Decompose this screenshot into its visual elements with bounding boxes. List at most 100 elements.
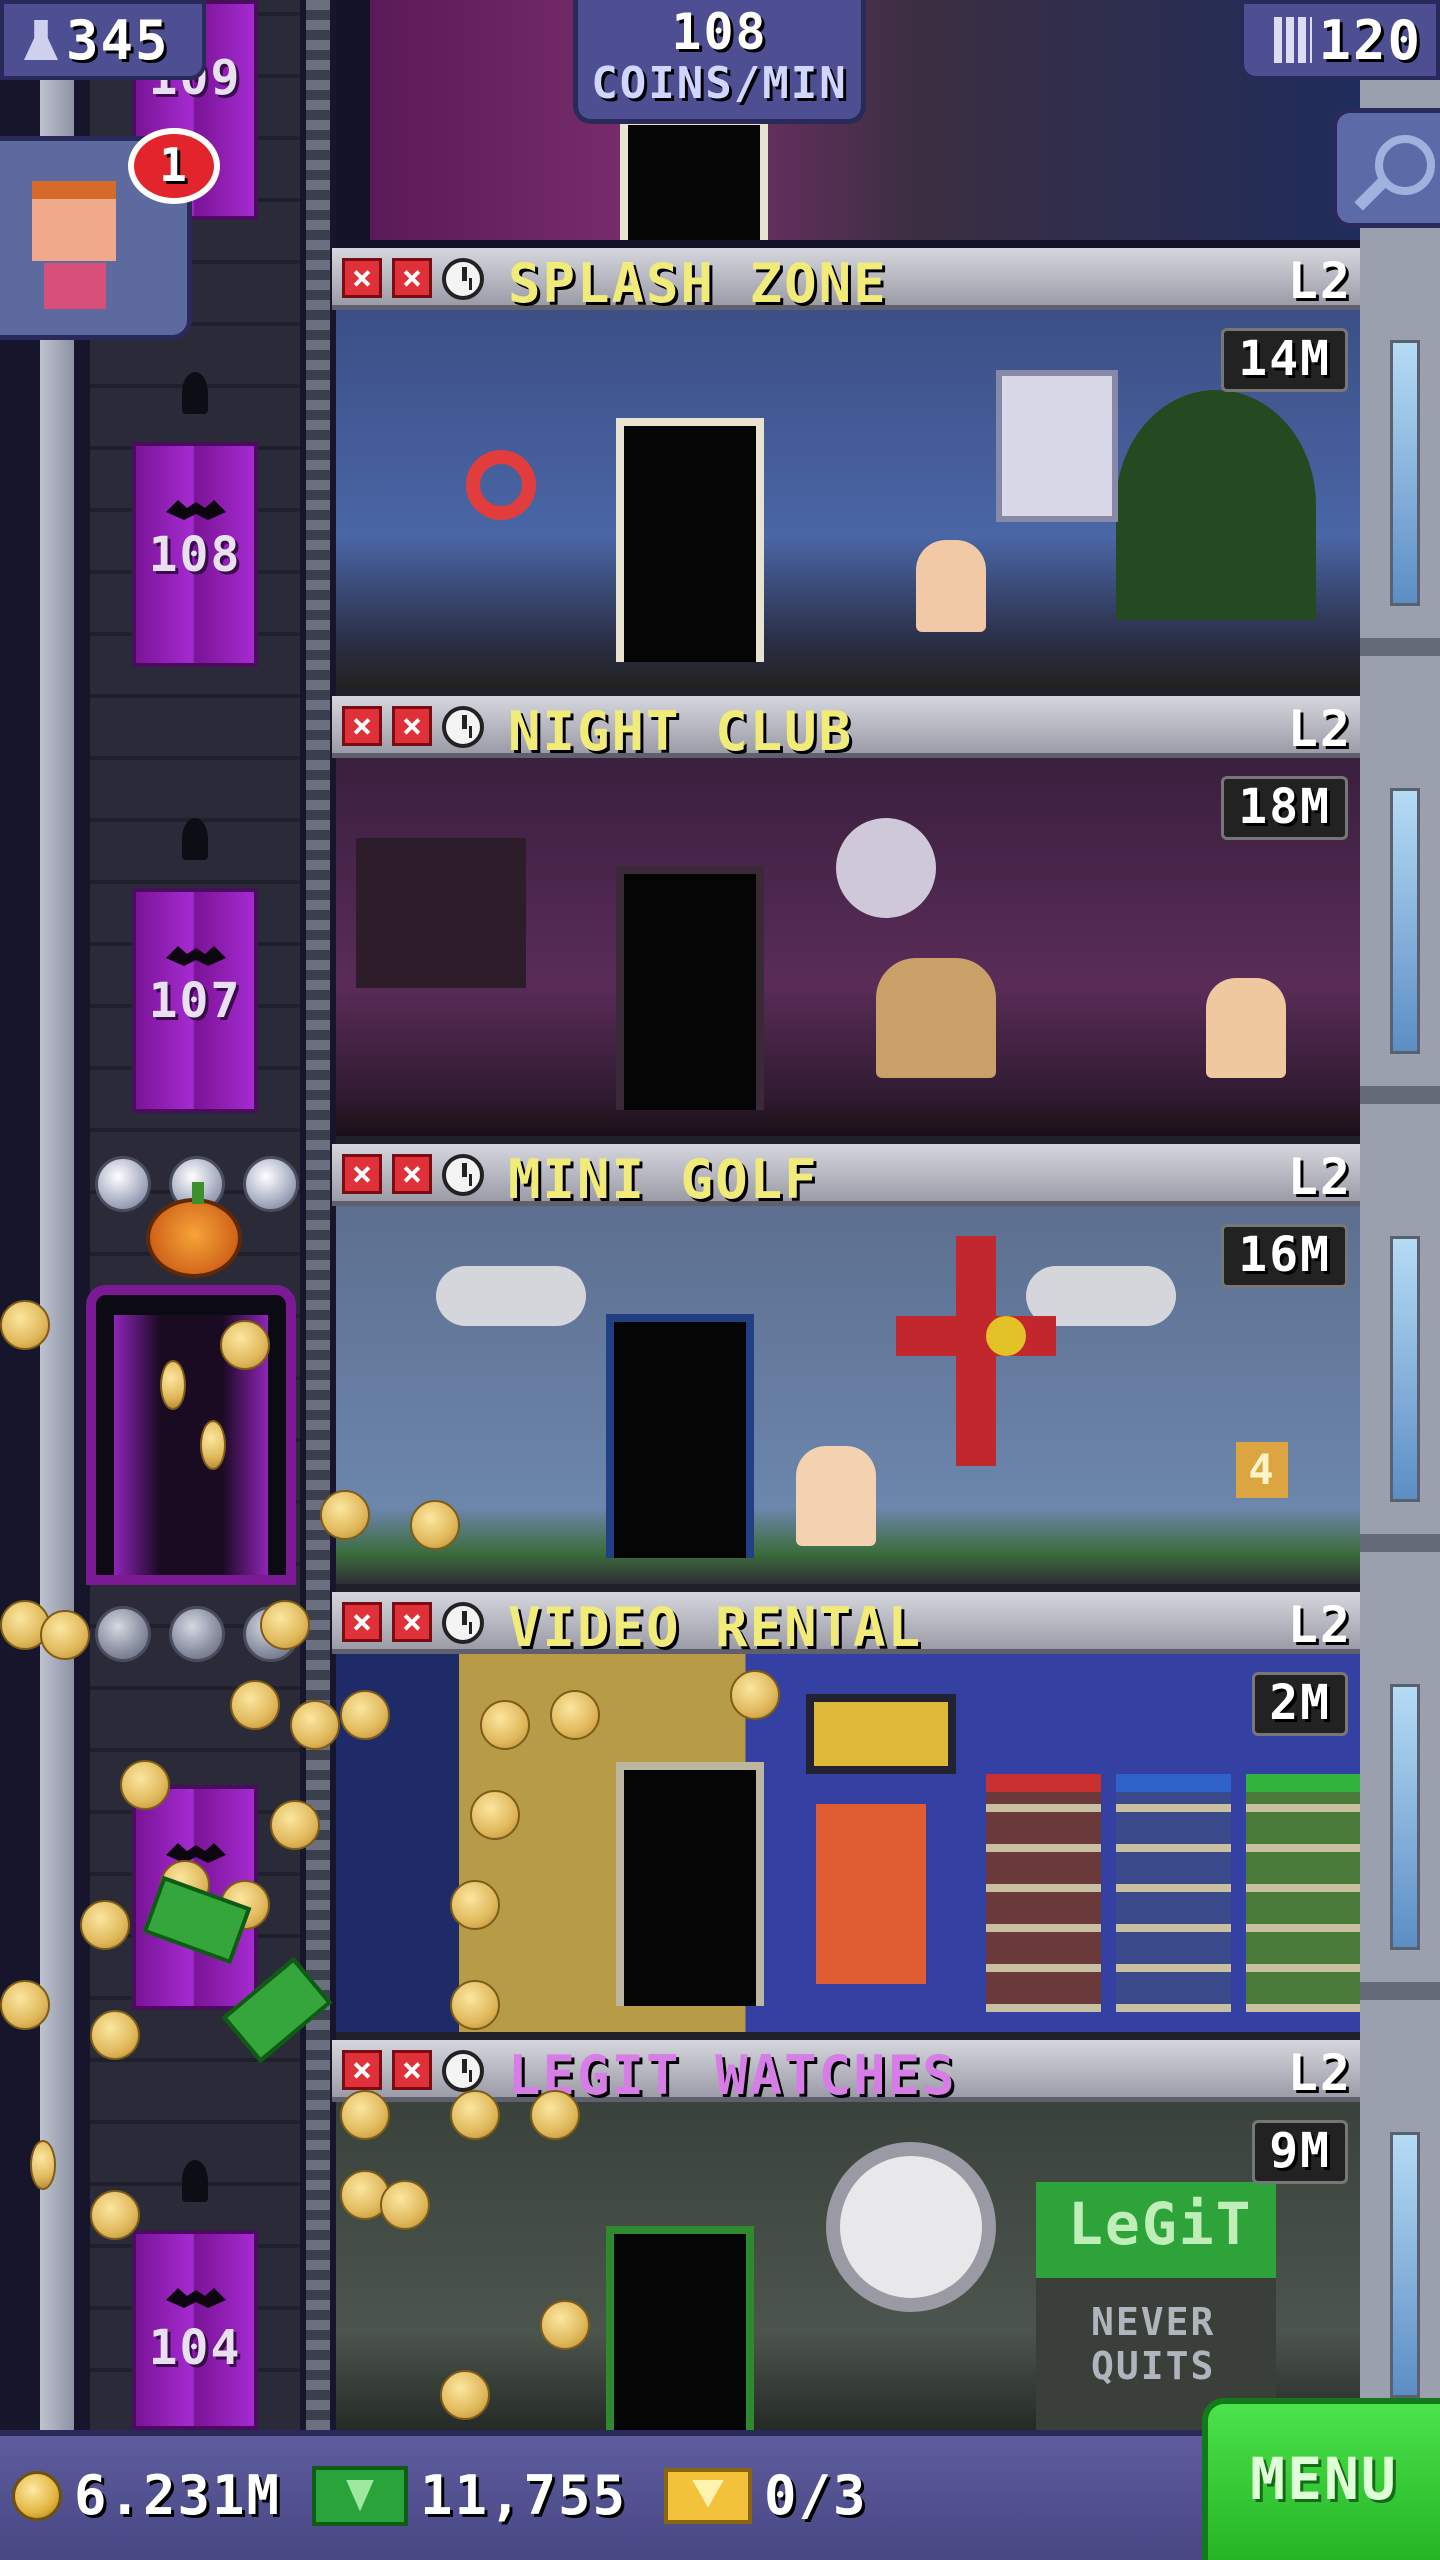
floor-name: MINI GOLF: [508, 1148, 819, 1211]
disco-ball-icon: [836, 818, 936, 918]
coins-rate-unit: COINS/MIN: [591, 58, 848, 109]
coin-icon: [450, 2090, 500, 2140]
floor-name: SPLASH ZONE: [508, 252, 888, 315]
floor-name: VIDEO RENTAL: [508, 1596, 923, 1659]
close-icon: ×: [392, 1602, 432, 1642]
pillar-window: [1390, 340, 1420, 606]
floor-name: NIGHT CLUB: [508, 700, 854, 763]
floor-count-value: 120: [1318, 8, 1422, 72]
bat-icon: [166, 1843, 226, 1863]
coins-value: 6.231M: [74, 2464, 282, 2527]
video-shelf: [1116, 1774, 1231, 2012]
bat-icon: [166, 946, 226, 966]
clock-icon: [442, 2050, 484, 2092]
floor-name: LEGIT WATCHES: [508, 2044, 957, 2107]
shaft-sign-icon: [182, 818, 208, 860]
clock-icon: [442, 1154, 484, 1196]
tenant-icon: [916, 540, 986, 632]
coin-icon: [550, 1690, 600, 1740]
floor-level: L2: [1287, 1596, 1352, 1654]
coin-icon: [440, 2370, 490, 2420]
windmill-hub: [986, 1316, 1026, 1356]
shaft-sign-icon: [182, 2160, 208, 2202]
golden-ticket-icon: [664, 2467, 752, 2524]
video-shelf: [986, 1774, 1101, 2012]
room-door: [616, 1762, 764, 2006]
room-interior: 4: [336, 1206, 1360, 1592]
menu-button[interactable]: MENU: [1202, 2398, 1440, 2560]
floor-level: L2: [1287, 252, 1352, 310]
tenant-icon: [796, 1446, 876, 1546]
bat-icon: [166, 500, 226, 520]
floor-header: × × NIGHT CLUB L2: [332, 696, 1360, 763]
coin-icon: [290, 1700, 340, 1750]
top-floor-room[interactable]: [370, 0, 1362, 240]
lifebuoy-icon: [466, 450, 536, 520]
coins-rate-value: 108: [671, 3, 768, 61]
pillar-window: [1390, 1684, 1420, 1950]
bux-balance[interactable]: 11,755: [312, 2464, 627, 2527]
tickets-balance[interactable]: 0/3: [664, 2464, 868, 2527]
notification-badge: 1: [128, 128, 220, 204]
floor-header: × × MINI GOLF L2: [332, 1144, 1360, 1211]
bux-value: 11,755: [420, 2464, 628, 2527]
bar-shelf: [356, 838, 526, 988]
coin-icon: [260, 1600, 310, 1650]
elevator-door-107: 107: [132, 888, 258, 1113]
close-icon: ×: [342, 1602, 382, 1642]
coin-icon: [320, 1490, 370, 1540]
coin-icon: [480, 1700, 530, 1750]
room-interior: [336, 758, 1360, 1144]
search-button[interactable]: [1332, 108, 1440, 228]
floor-price: 2M: [1252, 1672, 1348, 1736]
floor-price: 14M: [1221, 328, 1348, 392]
floor-count-counter[interactable]: 120: [1240, 0, 1440, 80]
pillar-window: [1390, 788, 1420, 1054]
coin-icon: [220, 1320, 270, 1370]
windmill-blade: [896, 1316, 1056, 1356]
floor-splash-zone[interactable]: × × SPLASH ZONE L2 14M: [332, 248, 1360, 696]
floor-header: × × SPLASH ZONE L2: [332, 248, 1360, 315]
coin-icon: [0, 1300, 50, 1350]
floor-level: L2: [1287, 700, 1352, 758]
coins-per-minute-panel: 108 COINS/MIN: [573, 0, 866, 124]
coin-icon: [230, 1680, 280, 1730]
coin-icon: [40, 1610, 90, 1660]
star-icon: [95, 1156, 151, 1212]
video-shelf: [1246, 1774, 1360, 2012]
elevator-door-108: 108: [132, 442, 258, 667]
floor-level: L2: [1287, 2044, 1352, 2102]
star-icon: [169, 1606, 225, 1662]
clock-icon: [442, 1602, 484, 1644]
floor-price: 9M: [1252, 2120, 1348, 2184]
wall-clock-icon: [826, 2142, 996, 2312]
room-window: [996, 370, 1118, 522]
close-icon: ×: [392, 1154, 432, 1194]
pillar-window: [1390, 2132, 1420, 2398]
legit-brand-text: LeGiT: [1068, 2190, 1253, 2258]
room-door: [616, 418, 764, 662]
population-counter[interactable]: 345: [0, 0, 206, 80]
clock-icon: [442, 258, 484, 300]
close-icon: ×: [342, 258, 382, 298]
visitor-avatar-icon: [32, 181, 116, 261]
coin-icon: [80, 1900, 130, 1950]
coin-icon: [530, 2090, 580, 2140]
elevator-door-104: 104: [132, 2230, 258, 2430]
close-icon: ×: [342, 1154, 382, 1194]
coin-icon: [470, 1790, 520, 1840]
coin-icon: [730, 1670, 780, 1720]
floor-mini-golf[interactable]: × × MINI GOLF L2 16M 4: [332, 1144, 1360, 1592]
tenant-icon: [876, 958, 996, 1078]
clock-icon: [442, 706, 484, 748]
star-icon: [243, 1156, 299, 1212]
palm-tree-icon: [1116, 390, 1316, 620]
floor-night-club[interactable]: × × NIGHT CLUB L2 18M: [332, 696, 1360, 1144]
coin-icon: [450, 1980, 500, 2030]
shaft-pole: [40, 0, 74, 2430]
coin-icon: [90, 2190, 140, 2240]
close-icon: ×: [392, 2050, 432, 2090]
coin-icon: [160, 1360, 186, 1410]
elevator-floor-label: 108: [148, 527, 242, 583]
coins-balance[interactable]: 6.231M: [12, 2464, 281, 2527]
